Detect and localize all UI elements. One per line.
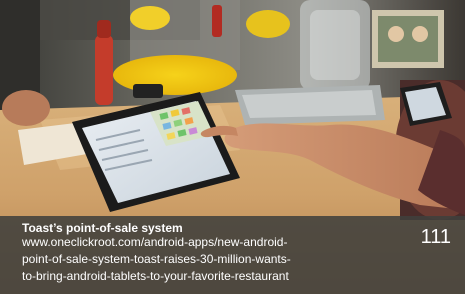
caption-url[interactable]: www.oneclickroot.com/android-apps/new-an…	[22, 234, 372, 285]
caption-url-line: point-of-sale-system-toast-raises-30-mil…	[22, 252, 291, 266]
slide-card: Toast’s point-of-sale system www.oneclic…	[0, 0, 465, 294]
caption-title: Toast’s point-of-sale system	[22, 221, 183, 235]
caption-url-line: to-bring-android-tablets-to-your-favorit…	[22, 269, 289, 283]
caption-url-line: www.oneclickroot.com/android-apps/new-an…	[22, 235, 288, 249]
caption-bar: Toast’s point-of-sale system www.oneclic…	[0, 216, 465, 294]
page-number: 111	[420, 226, 451, 248]
